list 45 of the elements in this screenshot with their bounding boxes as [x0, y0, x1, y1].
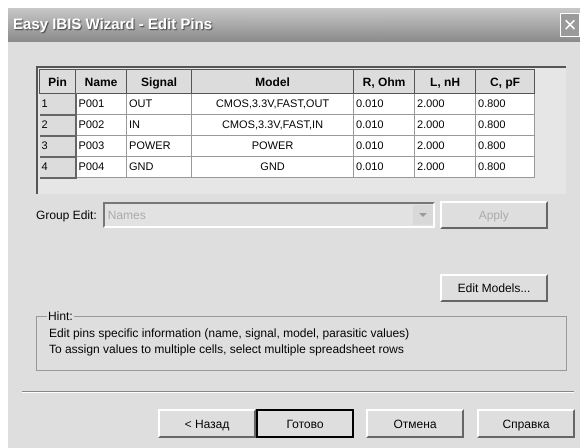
table-cell: 0.010	[354, 156, 414, 178]
wizard-button[interactable]: Справка	[477, 409, 575, 438]
window-title: Easy IBIS Wizard - Edit Pins	[13, 14, 212, 35]
column-header[interactable]: L, nH	[414, 70, 476, 94]
edit-models-button[interactable]: Edit Models...	[440, 274, 548, 302]
table-cell: 0.800	[476, 156, 534, 178]
table-cell: 2.000	[414, 156, 476, 178]
table-cell: IN	[126, 114, 192, 136]
table-cell: GND	[126, 156, 192, 178]
wizard-button[interactable]: Готово	[256, 409, 354, 438]
column-header[interactable]: Model	[192, 70, 354, 94]
table-cell: 0.800	[476, 114, 534, 136]
column-header[interactable]: Pin	[40, 70, 76, 94]
table-cell: CMOS,3.3V,FAST,OUT	[192, 94, 354, 114]
row-header[interactable]: 2	[40, 114, 76, 136]
column-header[interactable]: R, Ohm	[354, 70, 414, 94]
table-cell: 0.800	[476, 136, 534, 156]
row-header[interactable]: 1	[40, 94, 76, 114]
table-cell: P002	[76, 114, 126, 136]
table-cell: 0.010	[354, 114, 414, 136]
wizard-button[interactable]: < Назад	[158, 409, 256, 438]
table-cell: POWER	[126, 136, 192, 156]
hint-title: Hint:	[47, 309, 74, 323]
column-header[interactable]: Signal	[126, 70, 192, 94]
hint-text: Edit pins specific information (name, signal, model, parasitic values)	[49, 325, 410, 341]
table-cell: 0.010	[354, 94, 414, 114]
column-header[interactable]: Name	[76, 70, 126, 94]
table-cell: 0.800	[476, 94, 534, 114]
table-cell: P004	[76, 156, 126, 178]
group-edit-label: Group Edit:	[36, 207, 97, 224]
table-cell: P003	[76, 136, 126, 156]
table-cell: GND	[192, 156, 354, 178]
table-cell: 2.000	[414, 136, 476, 156]
table-cell: OUT	[126, 94, 192, 114]
hint-text: To assign values to multiple cells, select multiple spreadsheet rows	[49, 341, 405, 357]
table-cell: POWER	[192, 136, 354, 156]
table-cell: P001	[76, 94, 126, 114]
row-header[interactable]: 4	[40, 156, 76, 178]
table-cell: 2.000	[414, 94, 476, 114]
table-cell: 0.010	[354, 136, 414, 156]
wizard-button[interactable]: Отмена	[366, 409, 464, 438]
table-cell: 2.000	[414, 114, 476, 136]
column-header[interactable]: C, pF	[476, 70, 534, 94]
table-cell: CMOS,3.3V,FAST,IN	[192, 114, 354, 136]
row-header[interactable]: 3	[40, 136, 76, 156]
